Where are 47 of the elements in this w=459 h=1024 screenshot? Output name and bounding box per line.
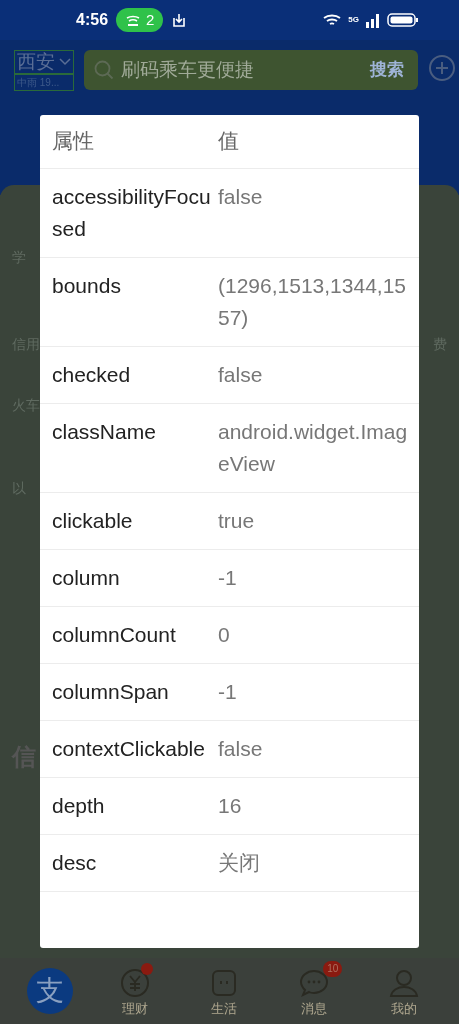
download-icon (171, 12, 188, 28)
property-name: checked (51, 362, 132, 388)
property-name: column (51, 565, 121, 591)
add-button[interactable] (428, 54, 456, 82)
yuan-coin-icon (118, 967, 151, 1000)
chevron-down-icon (59, 58, 71, 66)
network-label: 5G (348, 16, 359, 24)
property-value: 关闭 (218, 850, 261, 876)
wifi-icon (322, 12, 343, 28)
notification-badge: 10 (323, 961, 343, 978)
property-name: contextClickable (51, 736, 206, 762)
property-name: accessibilityFocused (51, 184, 212, 242)
property-value: 16 (218, 793, 243, 819)
search-field[interactable]: 刷码乘车更便捷 搜索 (84, 50, 418, 90)
column-header: 值 (218, 128, 240, 154)
property-name: clickable (51, 508, 134, 534)
nav-tab[interactable]: 理财 (106, 961, 163, 1021)
property-value: android.widget.ImageView (218, 419, 409, 477)
property-value: -1 (218, 565, 238, 591)
property-value: false (218, 736, 264, 762)
property-value: false (218, 362, 264, 388)
status-time: 4:56 (76, 10, 109, 30)
city-selector[interactable]: 西安 (14, 50, 74, 74)
search-icon (94, 60, 114, 80)
person-icon (388, 967, 421, 1000)
property-name: className (51, 419, 157, 445)
plus-icon (428, 54, 456, 82)
property-value: (1296,1513,1344,1557) (218, 273, 407, 331)
hotspot-count: 2 (146, 9, 155, 30)
property-name: desc (51, 850, 98, 876)
property-value: true (218, 508, 256, 534)
nav-tab[interactable]: 消息 10 (286, 961, 343, 1021)
column-header: 属性 (51, 128, 95, 154)
property-name: columnSpan (51, 679, 170, 705)
property-name: bounds (51, 273, 122, 299)
property-value: false (218, 184, 264, 210)
property-value: -1 (218, 679, 238, 705)
app-logo-button[interactable]: 支 (26, 968, 73, 1014)
hotspot-icon (125, 13, 142, 27)
nav-tab[interactable]: 生活 (196, 961, 253, 1021)
property-name: columnCount (51, 622, 177, 648)
property-value: 0 (218, 622, 231, 648)
signal-icon (365, 12, 381, 28)
battery-icon (387, 12, 419, 28)
property-name: depth (51, 793, 106, 819)
nav-tab[interactable]: 我的 (376, 961, 433, 1021)
search-button[interactable]: 搜索 (356, 57, 418, 83)
